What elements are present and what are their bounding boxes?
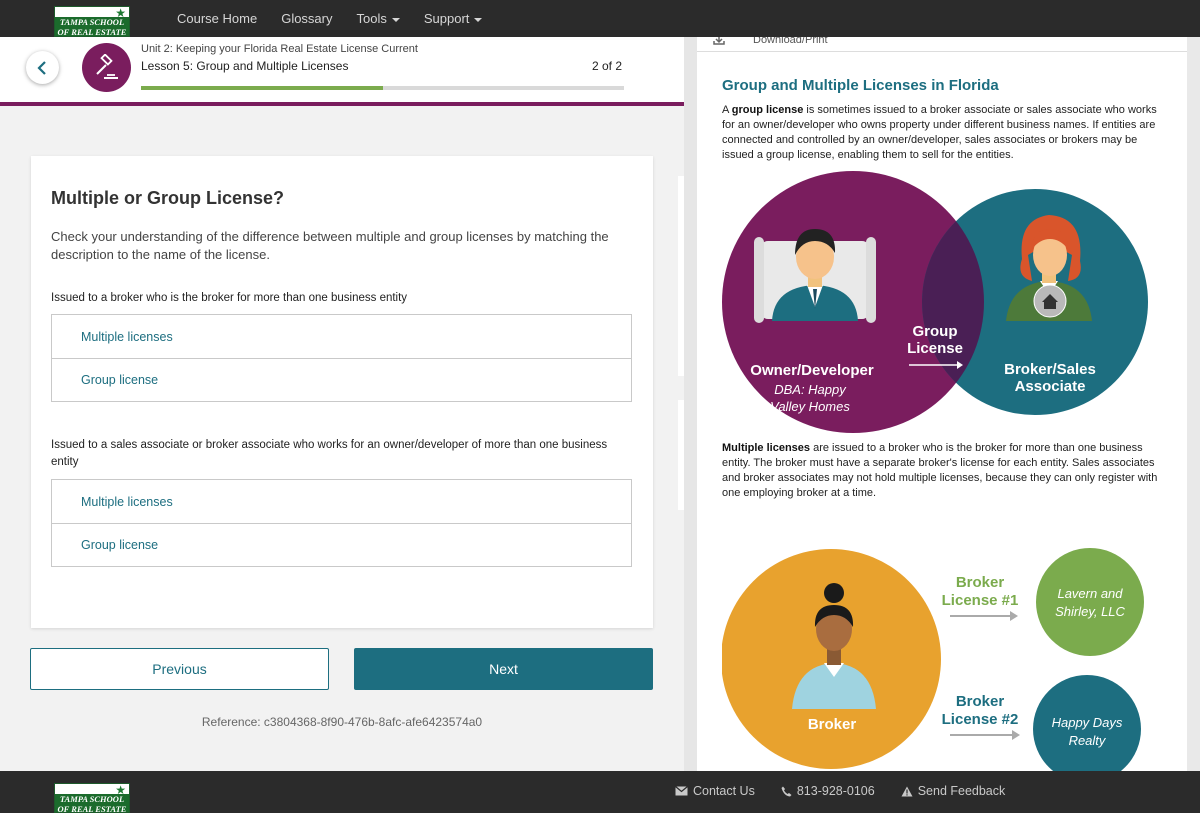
question-1-options: Multiple licenses Group license [51,314,632,402]
option-group-license[interactable]: Group license [52,523,631,566]
broker-sales-label-2: Associate [1015,378,1086,395]
contact-us-link[interactable]: Contact Us [675,784,755,798]
warning-icon [901,786,913,796]
panel-title: Group and Multiple Licenses in Florida [722,77,999,94]
entity-1-line-2: Shirley, LLC [1055,604,1125,619]
phone-number: 813-928-0106 [796,784,875,798]
logo-line-2: OF REAL ESTATE [55,27,129,36]
gavel-icon [82,43,131,92]
back-button[interactable] [26,51,59,84]
page-count: 2 of 2 [592,59,623,73]
entity-2-line-1: Happy Days [1052,715,1123,730]
contact-us-label: Contact Us [693,784,755,798]
lesson-title: Lesson 5: Group and Multiple Licenses [141,59,349,73]
license-2-label-2: License #2 [942,711,1019,728]
reference-id: Reference: c3804368-8f90-476b-8afc-afe64… [201,715,483,729]
dba-line-2: Valley Homes [770,399,850,414]
envelope-icon [675,786,688,796]
quiz-intro: Check your understanding of the differen… [51,229,609,262]
entity-1-circle [1036,548,1144,656]
caret-down-icon [474,17,483,22]
footer-logo[interactable]: ★ TAMPA SCHOOL OF REAL ESTATE [54,783,130,813]
previous-button[interactable]: Previous [30,648,329,690]
footer: ★ TAMPA SCHOOL OF REAL ESTATE Contact Us… [0,771,1200,813]
main-nav: Course Home Glossary Tools Support [177,0,483,37]
option-group-license[interactable]: Group license [52,358,631,401]
broker-sales-label-1: Broker/Sales [1004,361,1096,378]
multiple-licenses-diagram: Broker Broker License #1 Lavern and Shir… [722,548,1144,771]
logo-line-2: OF REAL ESTATE [55,804,129,812]
option-multiple-licenses[interactable]: Multiple licenses [52,315,631,358]
download-print-link[interactable]: Download/Print [753,37,828,46]
next-button[interactable]: Next [354,648,653,690]
entity-1-line-1: Lavern and [1057,586,1123,601]
nav-tools[interactable]: Tools [357,11,400,26]
broker-label: Broker [808,716,857,733]
arrow-right-icon [950,611,1018,621]
quiz-card: Multiple or Group License? Check your un… [31,156,653,628]
unit-title: Unit 2: Keeping your Florida Real Estate… [141,43,418,55]
separator [697,51,1187,52]
question-2: Issued to a sales associate or broker as… [51,439,608,468]
owner-developer-figure [754,229,876,323]
dba-line-1: DBA: Happy [774,382,847,397]
reference-panel: Download/Print Group and Multiple Licens… [697,37,1187,771]
nav-support-label: Support [423,11,470,26]
download-icon[interactable] [713,37,725,45]
scrollbar[interactable] [1187,37,1200,771]
para-bold-term: Multiple licenses [722,442,811,454]
logo-line-1: TAMPA SCHOOL [55,794,129,804]
entity-2-line-2: Realty [1069,733,1107,748]
group-license-label-2: License [907,340,963,357]
arrow-right-icon [950,730,1020,740]
nav-glossary[interactable]: Glossary [281,11,332,26]
top-navbar: ★ TAMPA SCHOOL OF REAL ESTATE Course Hom… [0,0,1200,37]
lesson-header: Unit 2: Keeping your Florida Real Estate… [0,37,684,106]
group-license-paragraph: A group license is sometimes issued to a… [722,103,1162,163]
footer-links: Contact Us 813-928-0106 Send Feedback [675,784,1005,798]
send-feedback-label: Send Feedback [917,784,1006,798]
phone-link[interactable]: 813-928-0106 [781,784,875,798]
group-license-venn-diagram: Owner/Developer DBA: Happy Valley Homes … [722,171,1148,433]
quiz-title: Multiple or Group License? [51,188,285,208]
school-logo[interactable]: ★ TAMPA SCHOOL OF REAL ESTATE [54,6,130,37]
nav-support[interactable]: Support [424,11,483,26]
para-text: A [722,104,732,116]
license-2-label-1: Broker [956,693,1005,710]
nav-tools-label: Tools [356,11,387,26]
phone-icon [781,786,792,796]
chevron-left-icon [37,61,46,75]
question-1: Issued to a broker who is the broker for… [51,292,408,304]
nav-course-home[interactable]: Course Home [177,11,257,26]
group-license-label-1: Group [913,323,958,340]
progress-bar [141,86,624,90]
caret-down-icon [391,17,400,22]
para-bold-term: group license [731,104,804,116]
owner-developer-label: Owner/Developer [750,362,874,379]
license-1-label-1: Broker [956,574,1005,591]
progress-fill [141,86,383,90]
multiple-licenses-paragraph: Multiple licenses are issued to a broker… [722,441,1162,501]
logo-line-1: TAMPA SCHOOL [55,17,129,27]
option-multiple-licenses[interactable]: Multiple licenses [52,480,631,523]
send-feedback-link[interactable]: Send Feedback [901,784,1006,798]
panel-divider[interactable] [684,37,697,771]
license-1-label-2: License #1 [942,592,1019,609]
question-2-options: Multiple licenses Group license [51,479,632,567]
